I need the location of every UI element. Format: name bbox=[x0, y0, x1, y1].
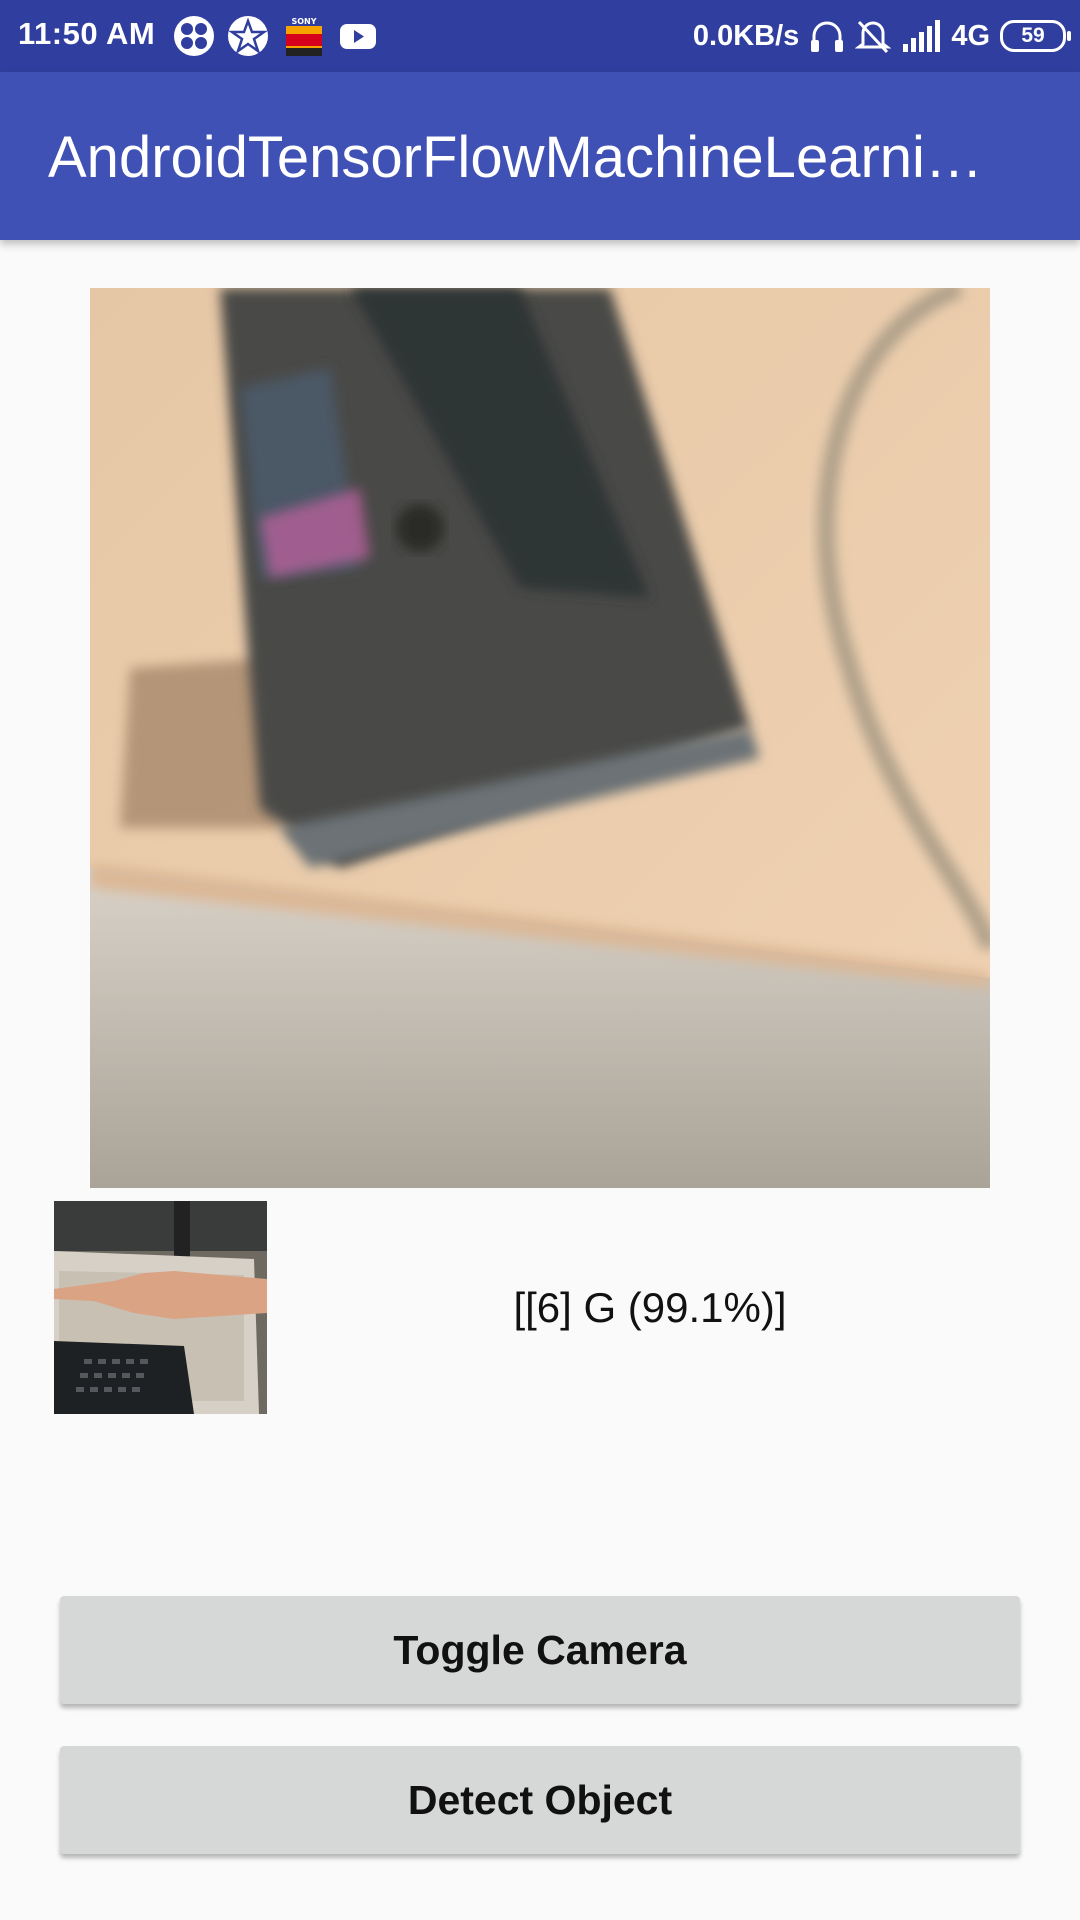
camera-preview-image bbox=[90, 288, 990, 1188]
mute-bell-icon bbox=[855, 20, 892, 54]
sonyliv-icon: SONY bbox=[286, 16, 322, 56]
signal-icon bbox=[903, 20, 941, 52]
status-time: 11:50 AM bbox=[18, 16, 156, 51]
app-bar: AndroidTensorFlowMachineLearni… bbox=[0, 72, 1080, 240]
detection-result: [[6] G (99.1%)] bbox=[513, 1284, 787, 1331]
status-right-group: 0.0KB/s 4G 59 bbox=[692, 14, 1071, 58]
status-bar: 11:50 AM SONY 0.0KB/s 4G 59 bbox=[0, 0, 1080, 72]
svg-text:SONY: SONY bbox=[291, 17, 316, 26]
detect-object-button[interactable]: Detect Object bbox=[60, 1746, 1020, 1854]
captured-thumbnail bbox=[54, 1201, 267, 1414]
camera-preview[interactable] bbox=[90, 288, 990, 1188]
headset-icon bbox=[811, 21, 844, 52]
toggle-camera-button[interactable]: Toggle Camera bbox=[60, 1596, 1020, 1704]
thumbnail-image bbox=[54, 1201, 267, 1414]
network-type: 4G bbox=[951, 19, 990, 52]
fan-app-icon bbox=[174, 16, 214, 56]
net-speed: 0.0KB/s bbox=[692, 19, 800, 52]
battery-icon: 59 bbox=[1000, 20, 1071, 52]
app-title: AndroidTensorFlowMachineLearni… bbox=[48, 125, 983, 190]
youtube-icon bbox=[340, 24, 376, 49]
star-app-icon bbox=[228, 16, 268, 56]
battery-level: 59 bbox=[1021, 24, 1045, 47]
